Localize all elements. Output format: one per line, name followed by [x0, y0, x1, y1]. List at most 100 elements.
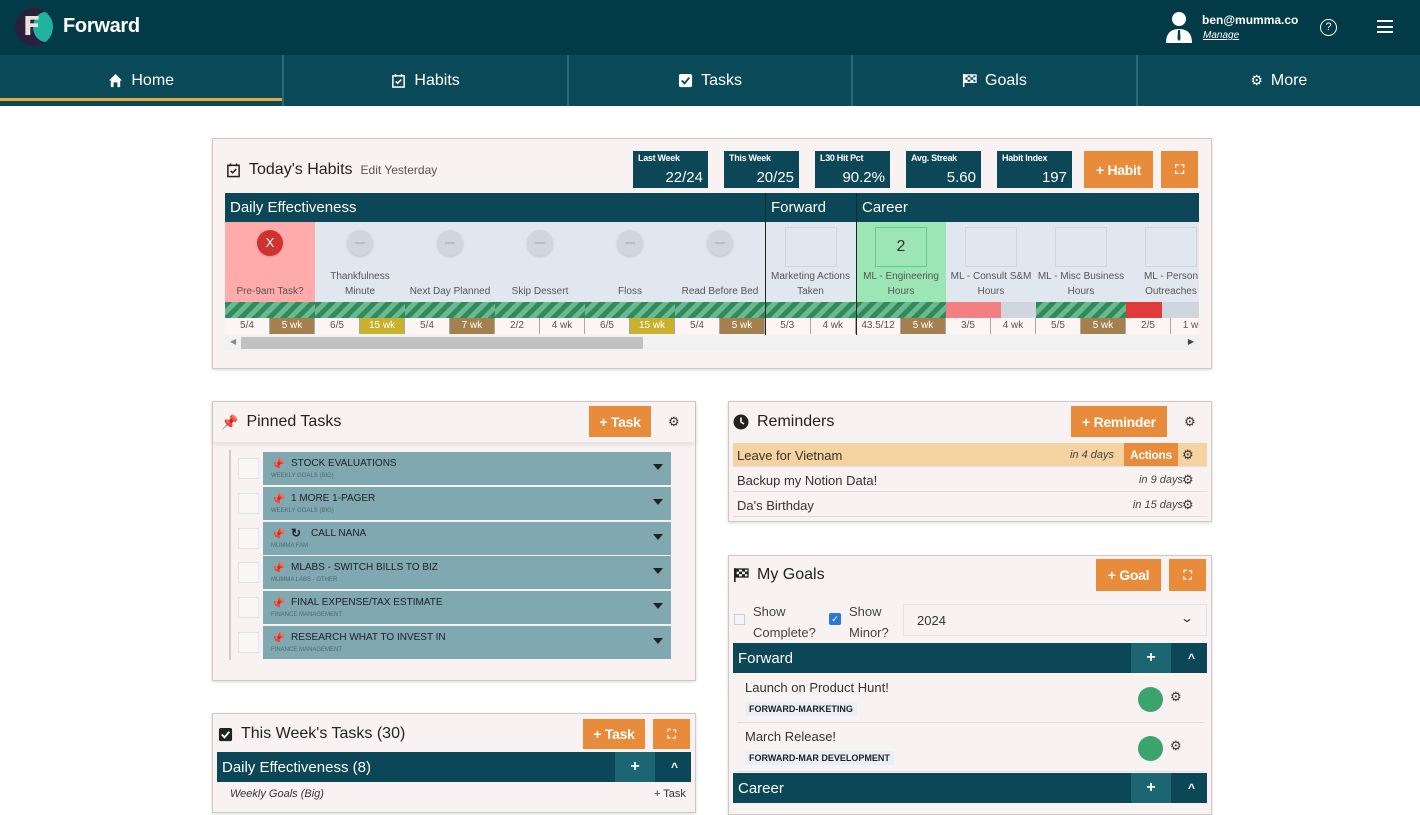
pinned-task-row[interactable]: 📌 RESEARCH WHAT TO INVEST IN FINANCE MANAG…: [263, 626, 671, 659]
task-category: FINANCE MANAGEMENT: [271, 612, 343, 619]
task-checkbox[interactable]: [238, 597, 259, 619]
goal-group-career-add-button[interactable]: +: [1131, 773, 1171, 803]
goal-row[interactable]: Launch on Product Hunt! FORWARD-MARKETING…: [737, 675, 1204, 723]
task-checkbox[interactable]: [238, 527, 259, 549]
habits-horizontal-scrollbar[interactable]: ◀ ▶: [225, 335, 1199, 351]
nav-goals[interactable]: Goals: [853, 55, 1138, 106]
habit-value-input[interactable]: [965, 227, 1017, 267]
goal-row[interactable]: March Release! FORWARD-MAR DEVELOPMENT ⚙: [737, 724, 1204, 772]
goal-group-forward-add-button[interactable]: +: [1131, 643, 1171, 673]
show-minor-checkbox[interactable]: ✓: [829, 613, 841, 625]
pending-circle-icon[interactable]: [437, 230, 463, 256]
reminder-row[interactable]: Leave for Vietnam in 4 days Actions ⚙: [733, 443, 1207, 467]
habit-name: ML - Misc Business Hours: [1037, 271, 1125, 297]
habit-item[interactable]: Marketing Actions Taken: [765, 222, 856, 302]
habit-value-input[interactable]: [784, 227, 837, 267]
add-reminder-button[interactable]: + Reminder: [1071, 406, 1167, 437]
habit-item[interactable]: ML - Misc Business Hours: [1036, 222, 1126, 302]
reminders-settings-gear-icon[interactable]: ⚙: [1184, 415, 1197, 428]
pinned-settings-gear-icon[interactable]: ⚙: [668, 415, 681, 428]
edit-yesterday-link[interactable]: Edit Yesterday: [361, 163, 438, 177]
user-avatar-icon[interactable]: [1165, 11, 1193, 43]
habit-group-career: Career: [856, 193, 1199, 222]
scrollbar-thumb[interactable]: [241, 337, 643, 349]
main-nav: Home Habits Tasks Goals ⚙ More: [0, 55, 1420, 106]
pinned-task-row[interactable]: 📌 FINAL EXPENSE/TAX ESTIMATE FINANCE MANAG…: [263, 591, 671, 625]
pending-circle-icon[interactable]: [347, 230, 373, 256]
reminder-row[interactable]: Da's Birthday in 15 days ⚙: [733, 493, 1207, 517]
pending-circle-icon[interactable]: [707, 230, 733, 256]
reminder-gear-icon[interactable]: ⚙: [1182, 498, 1195, 511]
nav-more-label: More: [1270, 71, 1308, 89]
pending-circle-icon[interactable]: [617, 230, 643, 256]
habit-item[interactable]: Thankfulness Minute: [315, 222, 405, 302]
caret-down-icon[interactable]: [653, 568, 663, 575]
pending-circle-icon[interactable]: [527, 230, 553, 256]
week-sub-add-task[interactable]: + Task: [654, 788, 686, 800]
goal-status-dot[interactable]: [1138, 687, 1163, 712]
nav-habits[interactable]: Habits: [284, 55, 569, 106]
task-checkbox[interactable]: [238, 492, 259, 514]
year-select-value: 2024: [917, 613, 946, 628]
habit-item[interactable]: ML - Person Outreaches: [1126, 222, 1199, 302]
nav-home[interactable]: Home: [0, 55, 285, 106]
habit-item[interactable]: Read Before Bed: [675, 222, 765, 302]
caret-down-icon[interactable]: [653, 533, 663, 540]
collapse-chevron-icon[interactable]: ^: [1188, 651, 1195, 665]
habit-count: 6/5: [315, 318, 360, 334]
add-goal-button[interactable]: + Goal: [1096, 559, 1161, 591]
add-week-task-button[interactable]: + Task: [583, 719, 645, 749]
habit-item[interactable]: Skip Dessert: [495, 222, 585, 302]
task-checkbox[interactable]: [238, 458, 259, 479]
habit-value-input[interactable]: 2: [875, 227, 927, 267]
hamburger-menu-icon[interactable]: [1377, 20, 1393, 33]
logo-icon[interactable]: F: [15, 8, 53, 46]
nav-tasks[interactable]: Tasks: [569, 55, 854, 106]
pinned-task-row[interactable]: 📌 STOCK EVALUATIONS WEEKLY GOALS (BIG): [263, 452, 671, 485]
x-mark: X: [265, 235, 275, 250]
manage-link[interactable]: Manage: [1203, 30, 1239, 41]
pinned-task-row[interactable]: 📌 MLABS - SWITCH BILLS TO BIZ MUMMA LABS -…: [263, 556, 671, 590]
pinned-task-row[interactable]: 📌 CALL NANA ↻ MUMMA FAM: [263, 521, 671, 555]
missed-x-icon[interactable]: X: [257, 230, 283, 256]
reminder-actions-button[interactable]: Actions: [1124, 443, 1178, 466]
reminder-gear-icon[interactable]: ⚙: [1182, 473, 1195, 486]
caret-down-icon[interactable]: [653, 498, 663, 505]
habit-item[interactable]: X Pre-9am Task?: [225, 222, 315, 302]
scroll-right-arrow-icon[interactable]: ▶: [1188, 337, 1194, 346]
habit-item[interactable]: Floss: [585, 222, 675, 302]
habit-item[interactable]: 2 ML - Engineering Hours: [856, 222, 946, 302]
goal-gear-icon[interactable]: ⚙: [1170, 739, 1183, 752]
reminder-gear-icon[interactable]: ⚙: [1182, 448, 1195, 461]
add-habit-button[interactable]: + Habit: [1084, 151, 1153, 188]
reminder-row[interactable]: Backup my Notion Data! in 9 days ⚙: [733, 468, 1207, 492]
task-category: MUMMA LABS - OTHER: [271, 577, 338, 584]
add-pinned-task-button[interactable]: + Task: [589, 406, 651, 437]
goal-gear-icon[interactable]: ⚙: [1170, 690, 1183, 703]
collapse-chevron-icon[interactable]: ^: [1188, 781, 1195, 795]
stat-label: L30 Hit Pct: [820, 153, 864, 163]
year-select[interactable]: 2024 ⌄: [903, 604, 1207, 636]
nav-more[interactable]: ⚙ More: [1138, 55, 1420, 106]
caret-down-icon[interactable]: [653, 638, 663, 644]
pinned-task-row[interactable]: 📌 1 MORE 1-PAGER WEEKLY GOALS (BIG): [263, 486, 671, 520]
goal-status-dot[interactable]: [1138, 736, 1163, 761]
habit-value-input[interactable]: [1055, 227, 1107, 267]
help-icon[interactable]: ?: [1320, 19, 1337, 36]
task-checkbox[interactable]: [238, 632, 259, 653]
caret-down-icon[interactable]: [653, 464, 663, 470]
habit-value-input[interactable]: [1145, 227, 1197, 267]
expand-goals-button[interactable]: ⛶: [1169, 559, 1206, 591]
expand-week-tasks-button[interactable]: ⛶: [653, 719, 690, 749]
task-checkbox[interactable]: [238, 562, 259, 584]
habit-item[interactable]: Next Day Planned: [405, 222, 495, 302]
expand-habits-button[interactable]: ⛶: [1161, 151, 1198, 188]
collapse-chevron-icon[interactable]: ^: [671, 760, 678, 774]
show-complete-checkbox[interactable]: [734, 614, 745, 625]
reminders-title-text: Reminders: [757, 413, 835, 430]
habit-item[interactable]: ML - Consult S&M Hours: [946, 222, 1036, 302]
week-group-add-button[interactable]: +: [615, 752, 655, 782]
habit-progress-remaining: [1162, 302, 1199, 318]
scroll-left-arrow-icon[interactable]: ◀: [230, 337, 236, 346]
caret-down-icon[interactable]: [653, 603, 663, 610]
